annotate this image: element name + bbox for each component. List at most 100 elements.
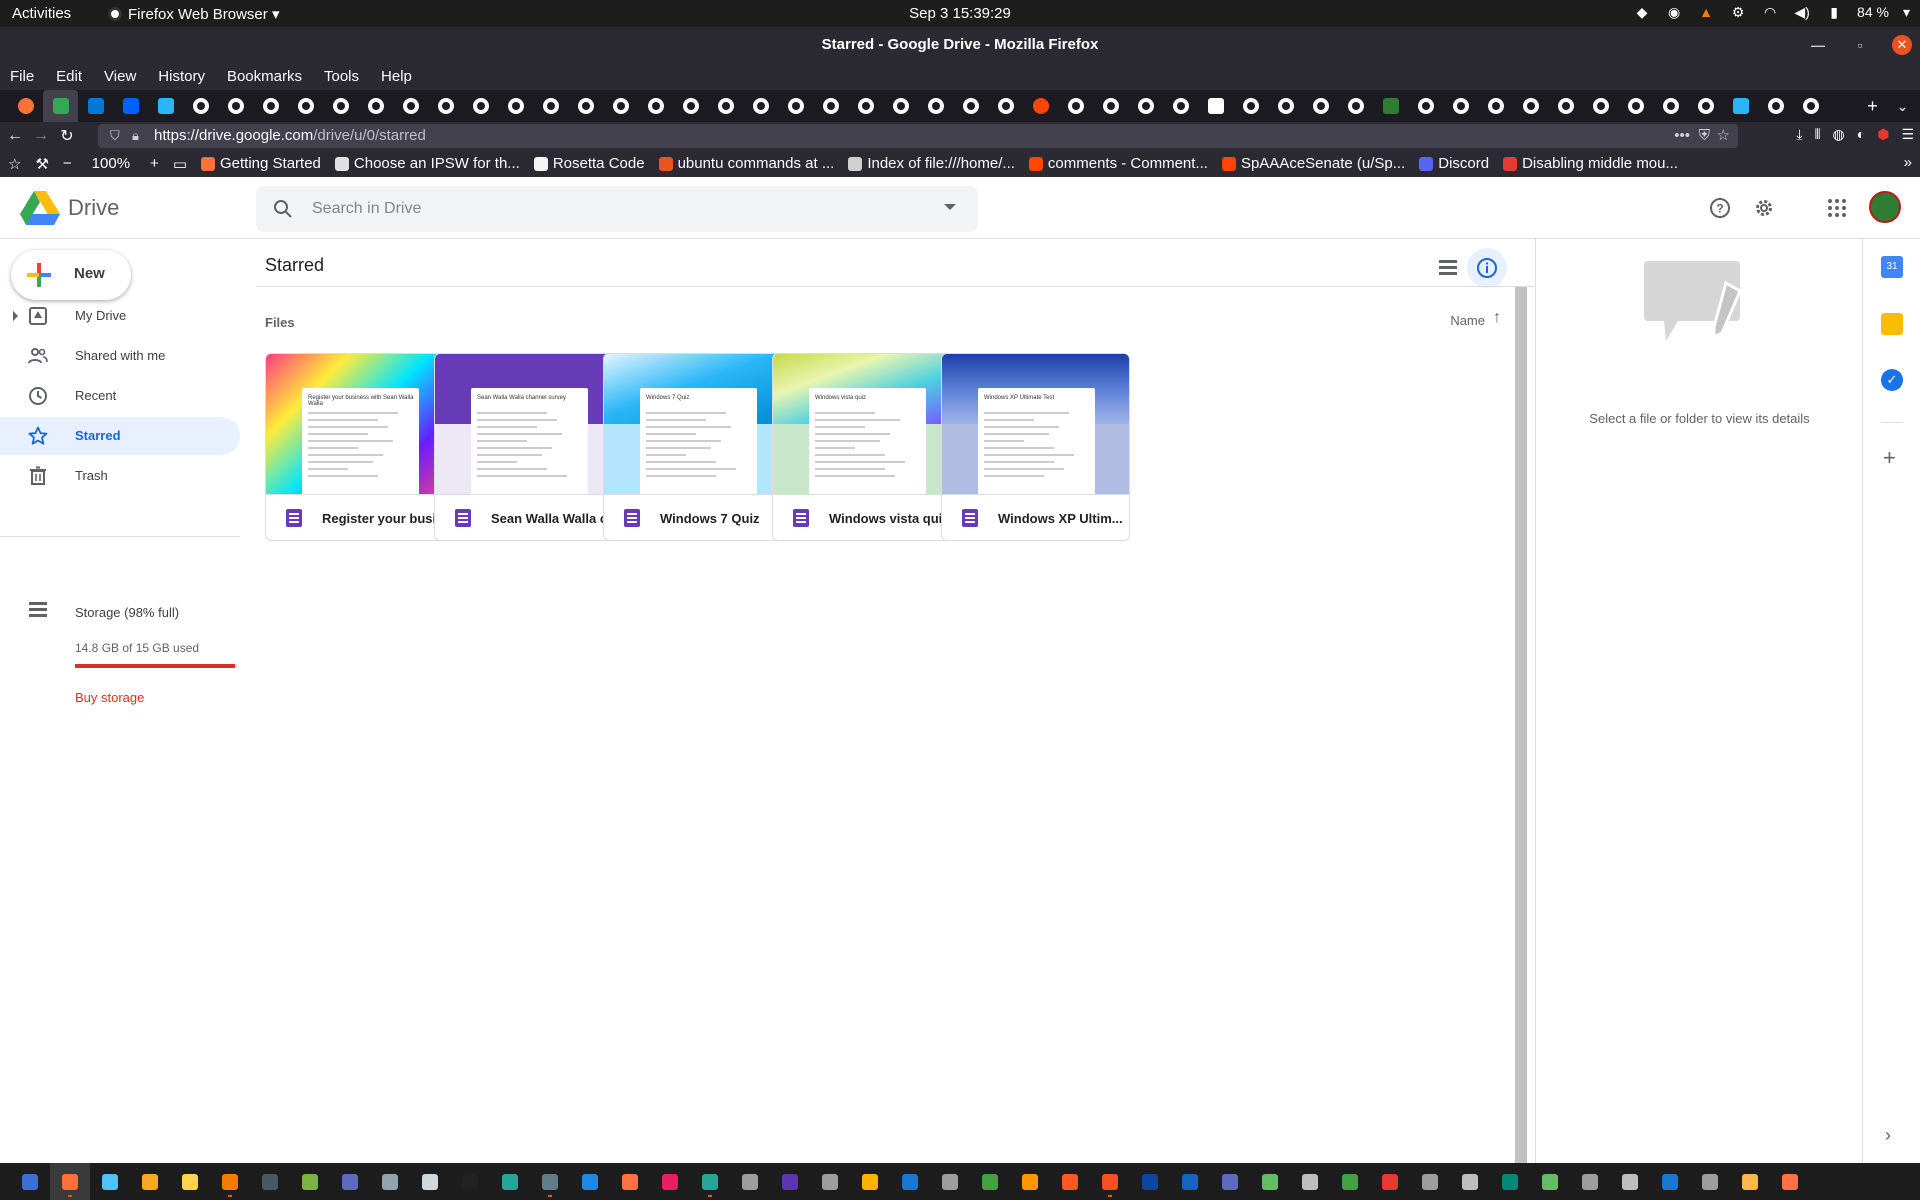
browser-tab[interactable] <box>183 90 218 122</box>
browser-tab[interactable] <box>463 90 498 122</box>
wifi-icon[interactable]: ◠ <box>1761 3 1779 21</box>
add-addon-icon[interactable]: + <box>1883 445 1896 471</box>
bookmark-item[interactable]: Choose an IPSW for th... <box>334 155 520 172</box>
browser-tab[interactable] <box>673 90 708 122</box>
tab-list-icon[interactable]: ⌄ <box>1885 90 1920 122</box>
bookmark-item[interactable]: SpAAAceSenate (u/Sp... <box>1221 155 1405 172</box>
vlc-icon[interactable]: ▲ <box>1697 3 1715 21</box>
chevron-right-icon[interactable]: » <box>1904 154 1912 171</box>
taskbar-app-icon[interactable] <box>1330 1163 1370 1200</box>
menu-view[interactable]: View <box>104 68 136 85</box>
browser-tab[interactable] <box>883 90 918 122</box>
taskbar-app-icon[interactable] <box>290 1163 330 1200</box>
taskbar-app-icon[interactable] <box>370 1163 410 1200</box>
scrollbar[interactable] <box>1515 287 1527 1163</box>
taskbar-app-icon[interactable] <box>1570 1163 1610 1200</box>
new-button[interactable]: New <box>11 250 131 300</box>
buy-storage-link[interactable]: Buy storage <box>75 690 144 705</box>
zoom-out-icon[interactable]: − <box>63 155 72 172</box>
taskbar-app-icon[interactable] <box>1210 1163 1250 1200</box>
browser-tab[interactable] <box>638 90 673 122</box>
search-icon[interactable] <box>272 198 294 220</box>
download-icon[interactable]: ⤓ <box>1796 126 1802 143</box>
browser-tab[interactable] <box>148 90 183 122</box>
browser-tab[interactable] <box>918 90 953 122</box>
browser-tab[interactable] <box>218 90 253 122</box>
browser-tab[interactable] <box>1128 90 1163 122</box>
browser-tab[interactable] <box>813 90 848 122</box>
sidebar-item-recent[interactable]: Recent <box>0 377 240 415</box>
minimize-icon[interactable]: — <box>1808 37 1828 53</box>
chevron-right-icon[interactable]: › <box>1885 1125 1891 1146</box>
url-bar[interactable]: ⛉ 🔒︎ https://drive.google.com/drive/u/0/… <box>98 124 1738 148</box>
ublock-icon[interactable]: ⬢ <box>1877 126 1889 143</box>
help-icon[interactable]: ? <box>1705 193 1735 223</box>
taskbar-app-icon[interactable] <box>130 1163 170 1200</box>
back-icon[interactable]: ← <box>2 127 28 145</box>
taskbar-app-icon[interactable] <box>1690 1163 1730 1200</box>
browser-tab[interactable] <box>708 90 743 122</box>
taskbar-app-icon[interactable] <box>1290 1163 1330 1200</box>
taskbar-app-icon[interactable] <box>170 1163 210 1200</box>
browser-tab[interactable] <box>428 90 463 122</box>
sidebar-item-starred[interactable]: Starred <box>0 417 240 455</box>
menu-tools[interactable]: Tools <box>324 68 359 85</box>
extension-icon[interactable]: ◐ <box>1857 126 1865 143</box>
library-icon[interactable]: ⫴ <box>1815 126 1821 143</box>
page-actions-icon[interactable]: ••• <box>1674 124 1690 148</box>
taskbar-app-icon[interactable] <box>1530 1163 1570 1200</box>
browser-tab[interactable] <box>1723 90 1758 122</box>
browser-tab[interactable] <box>1303 90 1338 122</box>
activities-button[interactable]: Activities <box>12 5 71 22</box>
taskbar-app-icon[interactable] <box>810 1163 850 1200</box>
search-box[interactable]: Search in Drive <box>256 186 978 232</box>
taskbar-app-icon[interactable] <box>1370 1163 1410 1200</box>
chevron-down-icon[interactable]: ▾ <box>1903 4 1910 21</box>
app-menu[interactable]: Firefox Web Browser ▾ <box>108 5 279 23</box>
taskbar-app-icon[interactable] <box>1770 1163 1810 1200</box>
browser-tab[interactable] <box>8 90 43 122</box>
menu-help[interactable]: Help <box>381 68 412 85</box>
taskbar-app-icon[interactable] <box>930 1163 970 1200</box>
browser-tab[interactable] <box>778 90 813 122</box>
browser-tab[interactable] <box>743 90 778 122</box>
bookmark-star-icon[interactable]: ☆ <box>1717 124 1730 148</box>
lock-icon[interactable]: 🔒︎ <box>132 124 139 148</box>
browser-tab[interactable] <box>1443 90 1478 122</box>
menu-file[interactable]: File <box>10 68 34 85</box>
drive-logo-icon[interactable] <box>20 191 60 225</box>
taskbar-app-icon[interactable] <box>730 1163 770 1200</box>
menu-history[interactable]: History <box>158 68 205 85</box>
browser-tab[interactable] <box>953 90 988 122</box>
browser-tab[interactable] <box>848 90 883 122</box>
wrench-icon[interactable]: ⚒ <box>35 155 48 173</box>
clock[interactable]: Sep 3 15:39:29 <box>0 5 1920 22</box>
zoom-level[interactable]: 100% <box>92 155 130 172</box>
folder-icon[interactable]: ▭ <box>173 155 187 173</box>
zoom-in-icon[interactable]: + <box>150 155 159 172</box>
file-card[interactable]: Register your business with Sean Walla W… <box>265 353 454 541</box>
taskbar-app-icon[interactable] <box>570 1163 610 1200</box>
browser-tab[interactable] <box>1583 90 1618 122</box>
taskbar-app-icon[interactable] <box>970 1163 1010 1200</box>
search-input[interactable]: Search in Drive <box>312 200 421 218</box>
taskbar-app-icon[interactable] <box>1610 1163 1650 1200</box>
info-icon[interactable] <box>1467 248 1507 288</box>
browser-tab[interactable] <box>78 90 113 122</box>
file-card[interactable]: Windows 7 Quiz Windows 7 Quiz <box>603 353 792 541</box>
taskbar-app-icon[interactable] <box>1490 1163 1530 1200</box>
taskbar-app-icon[interactable] <box>650 1163 690 1200</box>
taskbar-app-icon[interactable] <box>1650 1163 1690 1200</box>
shield-icon[interactable]: ⛉ <box>110 124 120 148</box>
sort-by-label[interactable]: Name <box>1450 313 1485 328</box>
bookmark-item[interactable]: comments - Comment... <box>1028 155 1208 172</box>
menu-edit[interactable]: Edit <box>56 68 82 85</box>
reload-icon[interactable]: ↻ <box>54 126 80 146</box>
forward-icon[interactable]: → <box>28 127 54 145</box>
taskbar-app-icon[interactable] <box>410 1163 450 1200</box>
hamburger-menu-icon[interactable]: ☰ <box>1901 126 1914 143</box>
browser-tab[interactable] <box>1163 90 1198 122</box>
browser-tab[interactable] <box>1023 90 1058 122</box>
browser-tab[interactable] <box>288 90 323 122</box>
browser-tab[interactable] <box>1198 90 1233 122</box>
